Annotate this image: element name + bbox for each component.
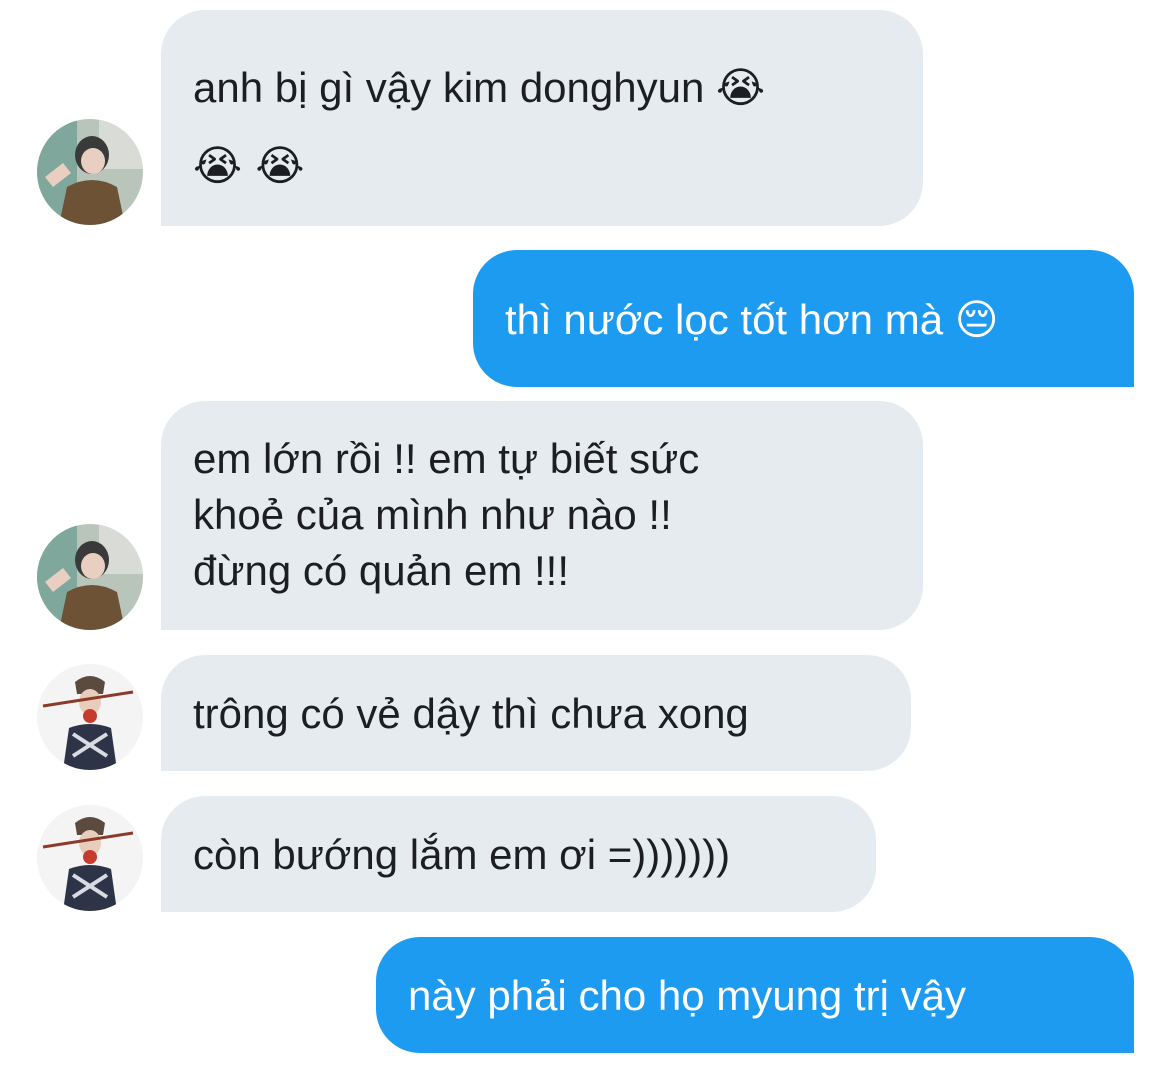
message-bubble-outgoing[interactable]: thì nước lọc tốt hơn mà 😔	[473, 250, 1134, 387]
avatar-photo	[37, 805, 143, 911]
message-bubble-incoming[interactable]: anh bị gì vậy kim donghyun 😭 😭 😭	[161, 10, 923, 226]
message-bubble-incoming[interactable]: còn bướng lắm em ơi =)))))))	[161, 796, 876, 912]
message-text: còn bướng lắm em ơi =)))))))	[193, 831, 731, 878]
avatar[interactable]	[37, 805, 143, 911]
message-text: em lớn rồi !! em tự biết sức	[193, 435, 700, 482]
avatar-photo	[37, 119, 143, 225]
message-text: khoẻ của mình như nào !!	[193, 491, 672, 538]
message-text: trông có vẻ dậy thì chưa xong	[193, 690, 749, 737]
avatar[interactable]	[37, 524, 143, 630]
message-text: thì nước lọc tốt hơn mà 😔	[505, 296, 999, 343]
avatar[interactable]	[37, 119, 143, 225]
avatar-photo	[37, 664, 143, 770]
message-text: anh bị gì vậy kim donghyun 😭	[193, 64, 766, 111]
message-bubble-incoming[interactable]: trông có vẻ dậy thì chưa xong	[161, 655, 911, 771]
message-text: này phải cho họ myung trị vậy	[408, 972, 966, 1019]
avatar[interactable]	[37, 664, 143, 770]
message-text: đừng có quản em !!!	[193, 547, 570, 594]
message-bubble-outgoing[interactable]: này phải cho họ myung trị vậy	[376, 937, 1134, 1053]
message-bubble-incoming[interactable]: em lớn rồi !! em tự biết sức khoẻ của mì…	[161, 401, 923, 630]
message-emoji-line: 😭 😭	[193, 141, 305, 190]
avatar-photo	[37, 524, 143, 630]
